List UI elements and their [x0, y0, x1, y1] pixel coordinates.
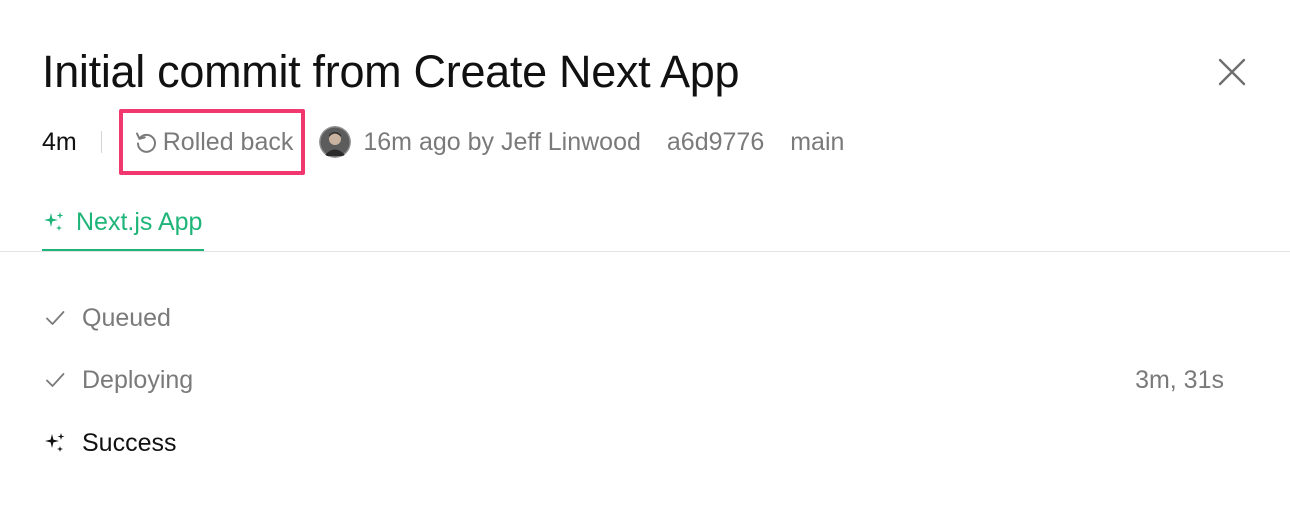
tab-label: Next.js App [76, 208, 203, 236]
tab-nextjs-app[interactable]: Next.js App [42, 200, 205, 252]
check-icon [42, 367, 68, 393]
deployed-by: 16m ago by Jeff Linwood [363, 127, 641, 156]
close-icon [1218, 58, 1246, 86]
check-icon [42, 305, 68, 331]
step-success: Success [42, 423, 1232, 463]
step-label: Queued [82, 303, 171, 332]
deployment-panel: Initial commit from Create Next App 4m R… [0, 0, 1290, 512]
sparkle-icon [42, 210, 66, 234]
step-deploying: Deploying 3m, 31s [42, 360, 1232, 400]
avatar[interactable] [319, 126, 352, 158]
commit-hash-link[interactable]: a6d9776 [667, 128, 764, 157]
duration: 4m [42, 127, 77, 156]
step-time: 3m, 31s [1135, 365, 1224, 394]
rollback-icon [133, 129, 159, 155]
step-queued: Queued [42, 298, 1232, 338]
step-label: Deploying [82, 365, 194, 394]
sparkle-icon [42, 430, 68, 456]
close-button[interactable] [1212, 52, 1252, 92]
page-title: Initial commit from Create Next App [42, 46, 740, 97]
branch-link[interactable]: main [790, 128, 844, 157]
tabs-divider [0, 251, 1290, 252]
step-label: Success [82, 428, 177, 457]
status-badge: Rolled back [118, 109, 306, 175]
status-label: Rolled back [162, 127, 294, 156]
deployment-meta: 4m Rolled back 16m ago by Jeff Linwood a… [42, 109, 844, 175]
meta-divider [100, 131, 102, 153]
